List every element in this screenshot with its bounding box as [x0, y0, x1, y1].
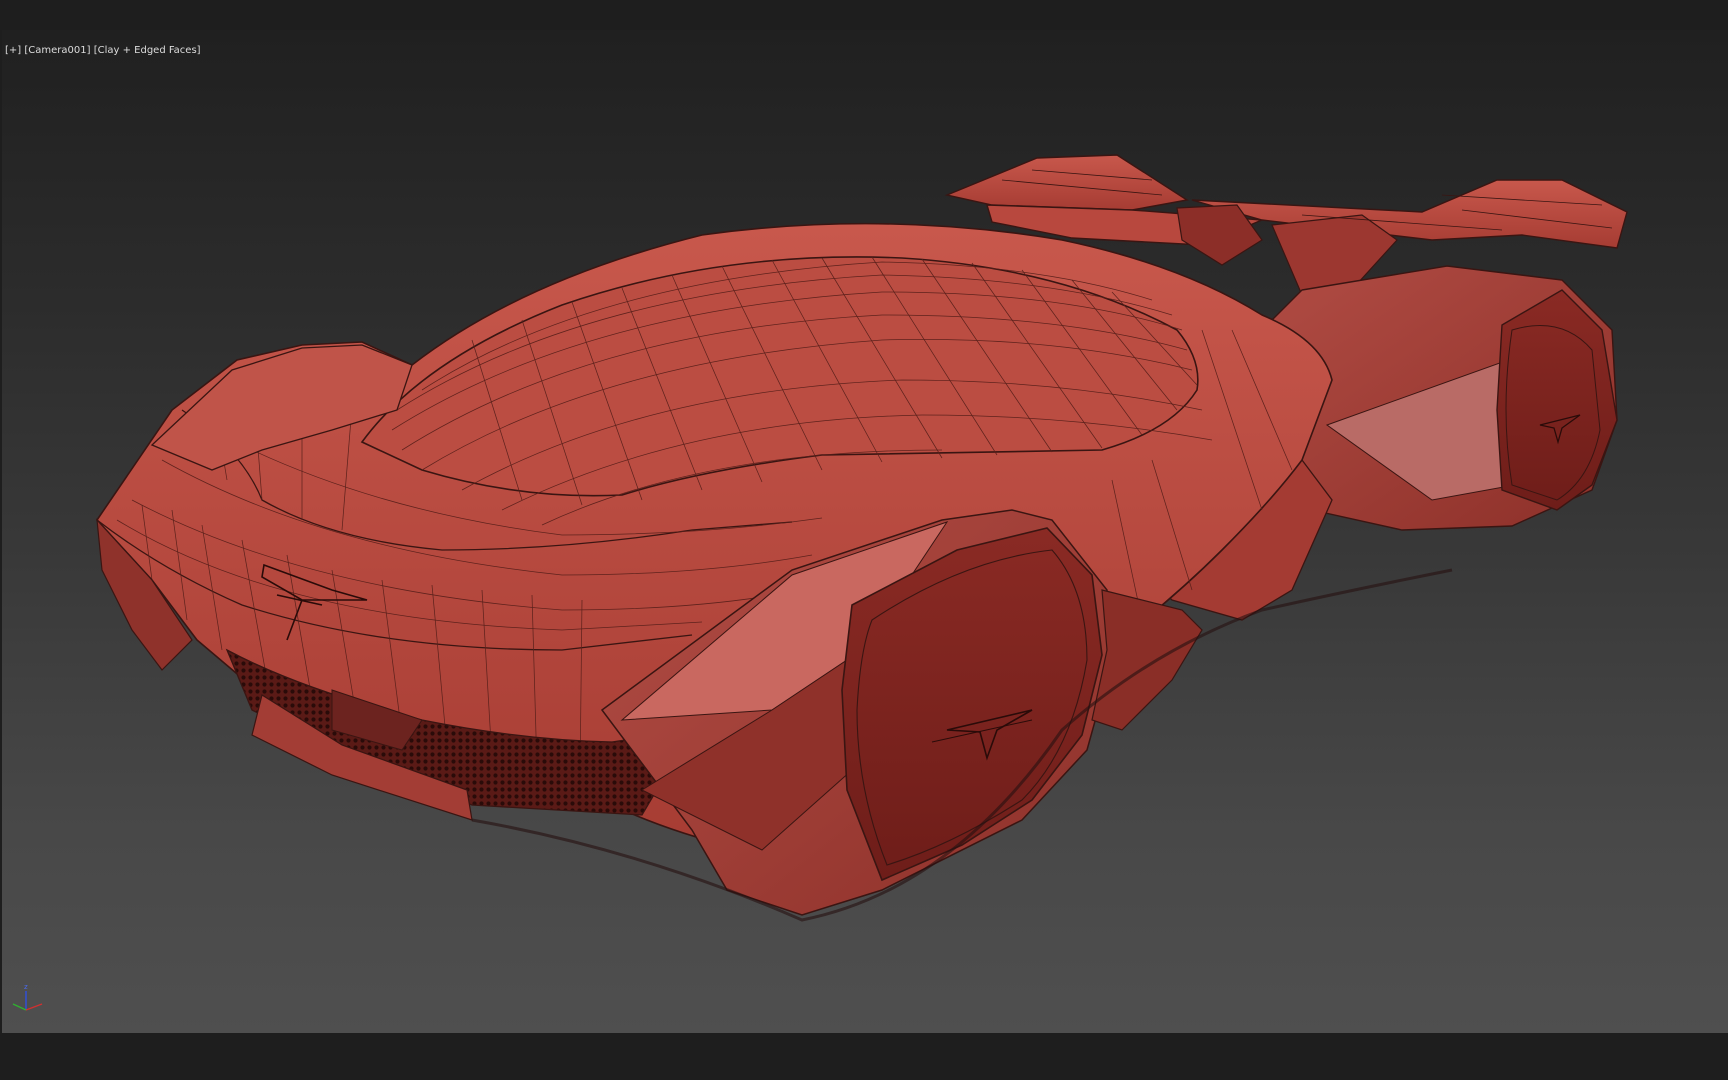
axis-gizmo-icon: z	[12, 983, 43, 1011]
lower-right-skirt	[1091, 589, 1203, 731]
car-model[interactable]	[2, 30, 1728, 1033]
bottom-bar	[0, 1033, 1728, 1080]
viewport-menu-plus[interactable]: [+]	[5, 45, 21, 56]
viewport-camera-label[interactable]: [Camera001]	[24, 45, 90, 56]
viewport-label[interactable]: [+] [Camera001] [Clay + Edged Faces]	[5, 45, 201, 56]
viewport-shading-label[interactable]: [Clay + Edged Faces]	[94, 45, 201, 56]
axis-z-label: z	[24, 983, 28, 991]
3d-viewport[interactable]: [+] [Camera001] [Clay + Edged Faces] z	[2, 30, 1728, 1033]
